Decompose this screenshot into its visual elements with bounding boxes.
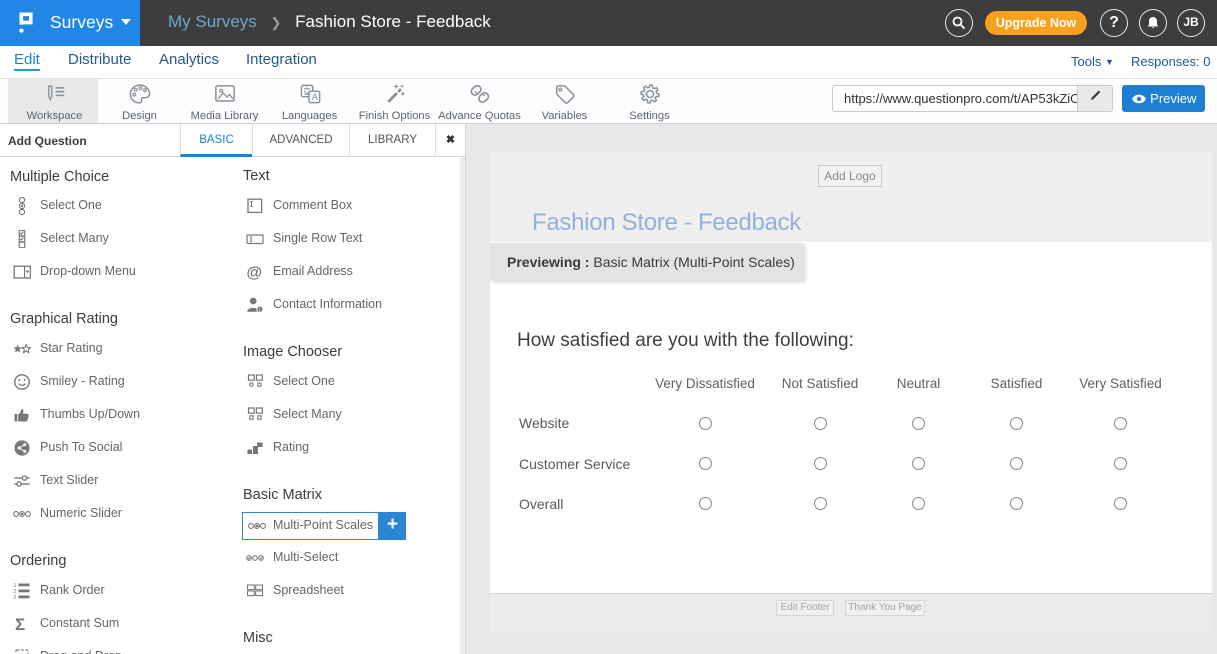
- svg-text:3: 3: [14, 595, 17, 600]
- svg-text:Σ: Σ: [15, 615, 25, 633]
- svg-text:A: A: [311, 92, 318, 102]
- svg-text:i: i: [259, 307, 260, 313]
- svg-text:@: @: [247, 265, 263, 282]
